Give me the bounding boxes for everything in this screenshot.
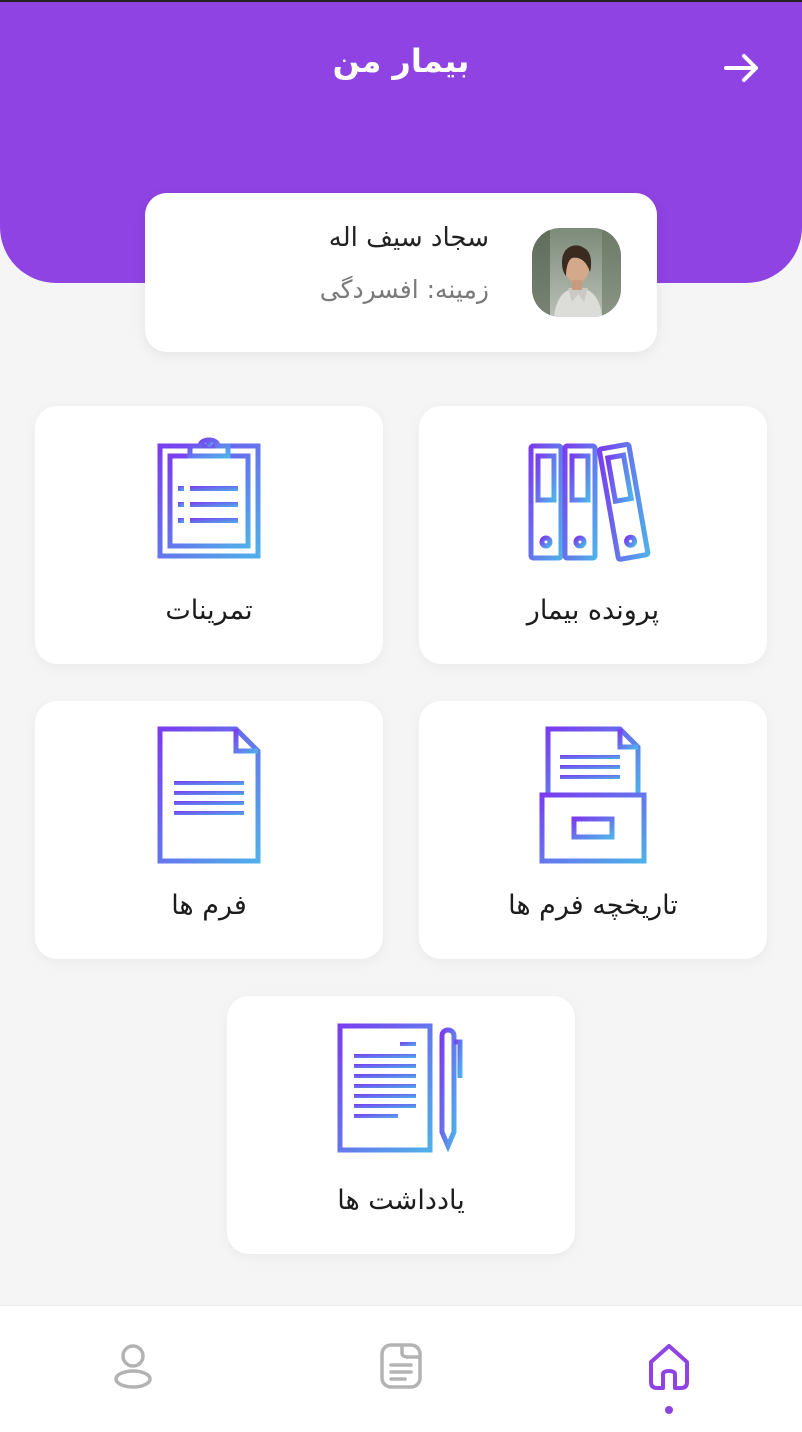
profile-card[interactable]: سجاد سیف اله زمینه: افسردگی [145,193,657,352]
nav-home[interactable] [639,1336,699,1396]
patient-field: زمینه: افسردگی [319,275,489,304]
arrow-right-icon [724,54,758,82]
tile-patient-file[interactable]: پرونده بیمار [419,406,767,664]
tile-label: تمرینات [165,595,253,626]
page-title: بیمار من [332,42,470,80]
binders-icon [528,441,651,562]
home-icon [649,1344,689,1390]
back-button[interactable] [720,46,764,90]
tile-exercises[interactable]: تمرینات [35,406,383,664]
nav-list[interactable] [371,1336,431,1396]
tile-label: فرم ها [171,890,247,921]
tile-label: یادداشت ها [337,1185,465,1216]
file-box-icon [539,726,647,864]
clipboard-icon [157,437,261,559]
tile-label: پرونده بیمار [526,595,660,626]
bottom-nav [0,1305,802,1432]
notes-pen-icon [337,1023,463,1153]
avatar [532,228,621,317]
active-indicator [665,1406,673,1414]
document-icon [157,726,261,864]
list-icon [380,1343,422,1389]
patient-name: سجاد سیف اله [328,223,489,253]
tile-forms[interactable]: فرم ها [35,701,383,959]
screen: بیمار من سجاد سیف اله زمینه: افسردگی پرو… [0,0,802,1432]
tile-label: تاریخچه فرم ها [508,890,678,921]
nav-profile[interactable] [103,1336,163,1396]
tile-notes[interactable]: یادداشت ها [227,996,575,1254]
tile-forms-history[interactable]: تاریخچه فرم ها [419,701,767,959]
user-icon [114,1344,152,1389]
